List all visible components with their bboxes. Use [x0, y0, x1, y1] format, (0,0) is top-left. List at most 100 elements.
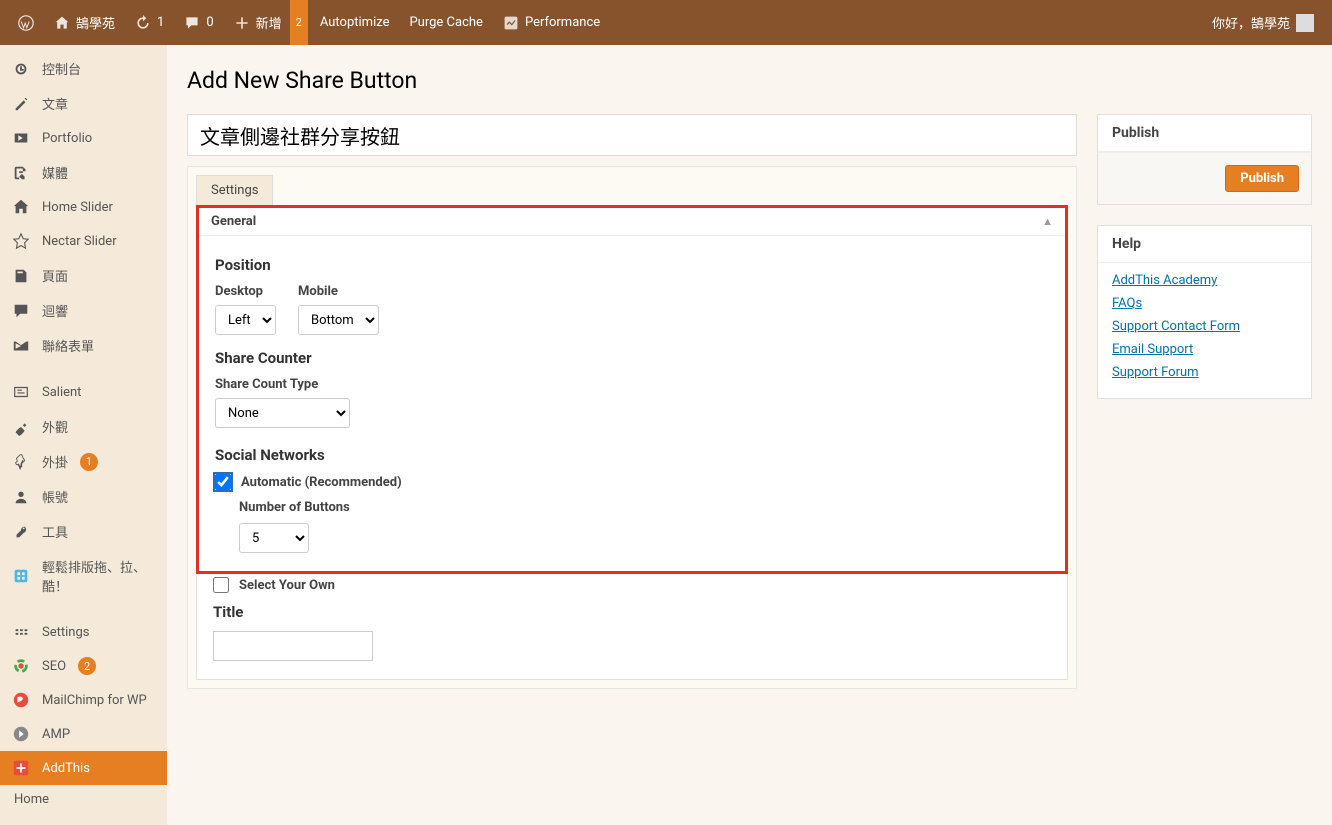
sidebar-item-11[interactable]: 外掛 1 — [0, 444, 167, 479]
menu-label: 輕鬆排版拖、拉、酷！ — [42, 557, 155, 595]
comments-item[interactable]: 0 — [176, 0, 221, 45]
number-of-buttons-select[interactable]: 5 — [239, 523, 309, 553]
menu-label: 外觀 — [42, 417, 68, 436]
adminbar-left: 鵠學苑 1 0 新增 2 Autoptimize Purge Cache Per… — [10, 0, 608, 45]
menu-label: 工具 — [42, 522, 68, 541]
menu-icon — [12, 418, 30, 436]
menu-icon — [12, 623, 30, 641]
automatic-checkbox[interactable] — [215, 474, 231, 490]
help-link-0[interactable]: AddThis Academy — [1112, 273, 1297, 288]
sidebar-item-16[interactable]: SEO 2 — [0, 649, 167, 683]
menu-icon — [12, 302, 30, 320]
sidebar-item-4[interactable]: Home Slider — [0, 190, 167, 224]
admin-bar: 鵠學苑 1 0 新增 2 Autoptimize Purge Cache Per… — [0, 0, 1332, 45]
performance-item[interactable]: Performance — [495, 0, 608, 45]
autoptimize-item[interactable]: Autoptimize — [312, 0, 398, 45]
new-content-item[interactable]: 新增 — [226, 0, 290, 45]
title-input[interactable] — [213, 631, 373, 661]
avatar — [1296, 14, 1314, 32]
help-metabox: Help AddThis Academy FAQs Support Contact … — [1097, 225, 1312, 399]
submenu-home[interactable]: Home — [0, 785, 167, 814]
new-label: 新增 — [256, 13, 282, 32]
collapse-icon[interactable]: ▲ — [1042, 215, 1053, 228]
main-content: Add New Share Button Settings General ▲ — [167, 45, 1332, 825]
sidebar-item-15[interactable]: Settings — [0, 615, 167, 649]
sidebar-item-5[interactable]: Nectar Slider — [0, 224, 167, 258]
general-section-header[interactable]: General ▲ — [199, 208, 1065, 236]
desktop-label: Desktop — [215, 284, 276, 299]
sidebar-item-8[interactable]: 聯絡表單 — [0, 328, 167, 363]
title-heading: Title — [213, 603, 1051, 621]
menu-icon — [12, 95, 30, 113]
menu-label: Nectar Slider — [42, 234, 117, 249]
menu-label: AMP — [42, 727, 70, 742]
menu-icon — [12, 488, 30, 506]
help-link-3[interactable]: Email Support — [1112, 342, 1297, 357]
sidebar-item-9[interactable]: Salient — [0, 375, 167, 409]
sidebar-item-2[interactable]: Portfolio — [0, 121, 167, 155]
publish-button[interactable]: Publish — [1225, 165, 1299, 192]
sidebar-item-19[interactable]: AddThis — [0, 751, 167, 785]
menu-icon — [12, 691, 30, 709]
purge-cache-item[interactable]: Purge Cache — [401, 0, 490, 45]
sidebar-item-3[interactable]: 媒體 — [0, 155, 167, 190]
help-link-1[interactable]: FAQs — [1112, 296, 1297, 311]
menu-label: SEO — [42, 659, 66, 674]
comments-count: 0 — [206, 15, 213, 30]
menu-icon — [12, 60, 30, 78]
help-header: Help — [1098, 226, 1311, 263]
select-own-label: Select Your Own — [239, 578, 335, 593]
menu-label: Settings — [42, 625, 89, 640]
updates-count: 1 — [157, 15, 164, 30]
menu-label: 控制台 — [42, 59, 81, 78]
menu-label: 迴響 — [42, 301, 68, 320]
mobile-select[interactable]: Bottom — [298, 305, 379, 335]
publish-header: Publish — [1098, 115, 1311, 152]
site-name-label: 鵠學苑 — [76, 13, 115, 32]
share-counter-heading: Share Counter — [215, 349, 1049, 367]
social-networks-heading: Social Networks — [215, 446, 1049, 464]
menu-icon — [12, 657, 30, 675]
menu-icon — [12, 453, 30, 471]
share-count-type-select[interactable]: None — [215, 398, 350, 428]
wp-logo-item[interactable] — [10, 0, 42, 45]
position-heading: Position — [215, 256, 1049, 274]
menu-badge: 2 — [78, 657, 96, 675]
menu-label: 頁面 — [42, 266, 68, 285]
sidebar-item-0[interactable]: 控制台 — [0, 51, 167, 86]
menu-label: 聯絡表單 — [42, 336, 94, 355]
sidebar-item-10[interactable]: 外觀 — [0, 409, 167, 444]
sidebar-item-18[interactable]: AMP — [0, 717, 167, 751]
settings-metabox: Settings General ▲ Position — [187, 166, 1077, 689]
select-own-checkbox[interactable] — [213, 577, 229, 593]
sidebar-item-6[interactable]: 頁面 — [0, 258, 167, 293]
tab-settings[interactable]: Settings — [196, 175, 273, 205]
menu-icon — [12, 164, 30, 182]
menu-badge: 1 — [80, 453, 98, 471]
sidebar-item-7[interactable]: 迴響 — [0, 293, 167, 328]
sidebar-item-12[interactable]: 帳號 — [0, 479, 167, 514]
updates-item[interactable]: 1 — [127, 0, 172, 45]
sidebar-item-13[interactable]: 工具 — [0, 514, 167, 549]
sidebar-item-17[interactable]: MailChimp for WP — [0, 683, 167, 717]
menu-label: 外掛 — [42, 452, 68, 471]
share-count-type-label: Share Count Type — [215, 377, 1049, 392]
desktop-select[interactable]: Left — [215, 305, 276, 335]
adminbar-right: 你好，鵠學苑 — [1204, 0, 1322, 45]
menu-label: 帳號 — [42, 487, 68, 506]
menu-icon — [12, 759, 30, 777]
menu-icon — [12, 198, 30, 216]
greeting-label: 你好，鵠學苑 — [1212, 13, 1290, 32]
general-label: General — [211, 214, 256, 229]
menu-icon — [12, 129, 30, 147]
menu-label: AddThis — [42, 761, 90, 776]
sidebar-item-14[interactable]: 輕鬆排版拖、拉、酷！ — [0, 549, 167, 603]
sidebar-item-1[interactable]: 文章 — [0, 86, 167, 121]
menu-label: Portfolio — [42, 131, 92, 146]
greeting-item[interactable]: 你好，鵠學苑 — [1204, 0, 1322, 45]
site-name-item[interactable]: 鵠學苑 — [46, 0, 123, 45]
help-link-4[interactable]: Support Forum — [1112, 365, 1297, 380]
help-link-2[interactable]: Support Contact Form — [1112, 319, 1297, 334]
post-title-input[interactable] — [187, 114, 1077, 156]
page-title: Add New Share Button — [187, 67, 1312, 94]
